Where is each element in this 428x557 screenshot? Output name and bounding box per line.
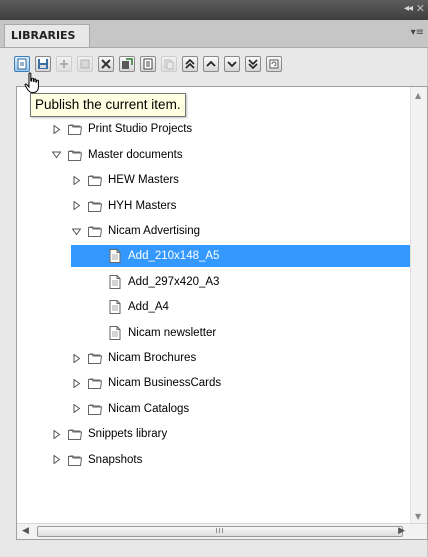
tree-document-nicam-newsletter[interactable]: Nicam newsletter xyxy=(17,322,413,344)
edit-icon xyxy=(80,59,90,69)
delete-icon xyxy=(101,59,111,69)
add-button xyxy=(56,56,72,72)
panel-title-bar: ◂◂ ✕ xyxy=(0,0,428,20)
tree-folder-hew-masters[interactable]: HEW Masters xyxy=(17,169,413,191)
move-bottom-icon xyxy=(248,59,258,70)
tree-item-label: Print Studio Projects xyxy=(88,123,193,136)
refresh-button[interactable] xyxy=(266,56,282,72)
tree-folder-print-studio-projects[interactable]: Print Studio Projects xyxy=(17,118,413,140)
publish-icon xyxy=(17,58,27,70)
tree-folder-nicam-advertising[interactable]: Nicam Advertising xyxy=(17,220,413,242)
scroll-down-icon[interactable]: ▼ xyxy=(415,512,421,521)
expand-arrow-icon[interactable] xyxy=(71,175,82,186)
folder-icon xyxy=(86,374,104,392)
tab-libraries[interactable]: LIBRARIES xyxy=(4,24,90,47)
document-icon xyxy=(106,298,124,316)
expand-arrow-icon[interactable] xyxy=(71,403,82,414)
tree-document-add-297x420-a3[interactable]: Add_297x420_A3 xyxy=(17,271,413,293)
properties-button[interactable] xyxy=(140,56,156,72)
scroll-left-icon[interactable]: ◀ xyxy=(22,526,29,536)
save-button[interactable] xyxy=(35,56,51,72)
expand-arrow-icon[interactable] xyxy=(71,200,82,211)
folder-icon xyxy=(66,146,84,164)
collapse-panel-icon[interactable]: ◂◂ xyxy=(404,3,413,14)
move-top-icon xyxy=(185,58,195,69)
copy-button xyxy=(161,56,177,72)
horizontal-scroll-thumb[interactable]: III xyxy=(37,526,403,537)
move-up-button[interactable] xyxy=(203,56,219,72)
tree-item-label: Nicam newsletter xyxy=(128,326,217,339)
tree-item-label: Snippets library xyxy=(88,428,168,441)
tree-item-label: Nicam Advertising xyxy=(108,225,201,237)
document-icon xyxy=(106,273,124,291)
close-panel-icon[interactable]: ✕ xyxy=(416,2,425,15)
expand-arrow-icon[interactable] xyxy=(51,124,62,135)
tree-document-add-a4[interactable]: Add_A4 xyxy=(17,296,413,318)
collapse-arrow-icon[interactable] xyxy=(51,149,62,160)
delete-button[interactable] xyxy=(98,56,114,72)
move-down-icon xyxy=(227,61,237,68)
expand-arrow-icon[interactable] xyxy=(71,378,82,389)
add-icon xyxy=(60,60,68,68)
tree-item-label: Master documents xyxy=(88,148,183,161)
move-top-button[interactable] xyxy=(182,56,198,72)
tree-folder-nicam-businesscards[interactable]: Nicam BusinessCards xyxy=(17,372,413,394)
tree-item-label: Nicam BusinessCards xyxy=(108,377,222,390)
tree-folder-master-documents[interactable]: Master documents xyxy=(17,144,413,166)
move-down-button[interactable] xyxy=(224,56,240,72)
scroll-grip-icon: III xyxy=(215,527,225,535)
scroll-right-icon[interactable]: ▶ xyxy=(398,526,405,536)
folder-icon xyxy=(86,197,104,215)
folder-icon xyxy=(86,171,104,189)
collapse-arrow-icon[interactable] xyxy=(71,226,82,237)
vertical-scrollbar[interactable]: ▲ ▼ xyxy=(410,87,427,525)
library-tree[interactable]: Print Studio Projects Master documents HEW… xyxy=(16,86,428,540)
tree-item-label: Nicam Brochures xyxy=(108,352,197,364)
tree-item-label: Add_210x148_A5 xyxy=(128,250,220,263)
tree-folder-snippets-library[interactable]: Snippets library xyxy=(17,423,413,445)
folder-icon xyxy=(86,222,104,240)
tree-folder-nicam-catalogs[interactable]: Nicam Catalogs xyxy=(17,398,413,420)
hand-cursor-icon xyxy=(24,72,39,93)
save-icon xyxy=(38,59,48,69)
expand-arrow-icon[interactable] xyxy=(51,454,62,465)
folder-icon xyxy=(66,451,84,469)
panel-tab-row: LIBRARIES ▾≡ xyxy=(0,20,428,48)
document-icon xyxy=(106,324,124,342)
folder-icon xyxy=(66,425,84,443)
tree-document-add-210x148-a5[interactable]: Add_210x148_A5 xyxy=(71,245,413,268)
tree-item-label: Snapshots xyxy=(88,453,143,466)
move-bottom-button[interactable] xyxy=(245,56,261,72)
tree-item-label: HYH Masters xyxy=(108,199,177,212)
libraries-toolbar xyxy=(14,56,284,76)
tree-folder-nicam-brochures[interactable]: Nicam Brochures xyxy=(17,347,413,369)
tooltip: Publish the current item. xyxy=(30,93,186,117)
libraries-panel: ◂◂ ✕ LIBRARIES ▾≡ Publish the current it… xyxy=(0,0,428,557)
tree-item-label: Add_297x420_A3 xyxy=(128,275,220,288)
publish-button[interactable] xyxy=(14,56,30,72)
refresh-icon xyxy=(269,59,279,69)
import-button[interactable] xyxy=(119,56,135,72)
edit-button xyxy=(77,56,93,72)
tree-folder-snapshots[interactable]: Snapshots xyxy=(17,449,413,471)
expand-arrow-icon[interactable] xyxy=(51,429,62,440)
move-up-icon xyxy=(206,60,216,67)
tree-item-label: Add_A4 xyxy=(128,301,169,314)
panel-menu-icon[interactable]: ▾≡ xyxy=(411,27,424,38)
tree-item-label: Nicam Catalogs xyxy=(108,402,190,415)
folder-icon xyxy=(86,400,104,418)
scroll-up-icon[interactable]: ▲ xyxy=(415,91,421,100)
properties-icon xyxy=(143,58,153,70)
folder-icon xyxy=(86,349,104,367)
document-icon xyxy=(106,247,124,265)
horizontal-scrollbar[interactable]: ◀ III ▶ xyxy=(17,523,427,539)
expand-arrow-icon[interactable] xyxy=(71,353,82,364)
tree-folder-hyh-masters[interactable]: HYH Masters xyxy=(17,195,413,217)
folder-icon xyxy=(66,120,84,138)
copy-icon xyxy=(164,59,174,70)
import-icon xyxy=(122,58,133,69)
tree-item-label: HEW Masters xyxy=(108,174,179,187)
